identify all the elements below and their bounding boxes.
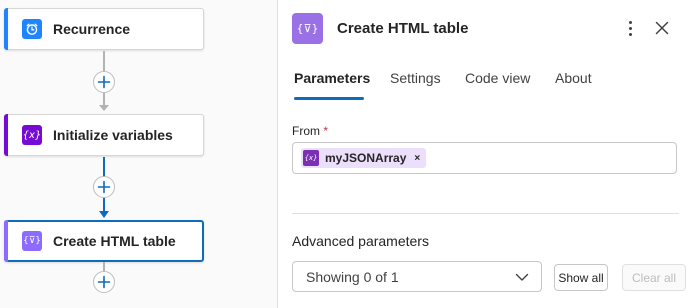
initialize-variables-card[interactable]: {x} Initialize variables [4,114,204,156]
required-indicator: * [323,124,329,138]
variable-icon: {x} [303,150,319,166]
create-html-table-card[interactable]: {⊽} Create HTML table [4,220,204,262]
card-label: Create HTML table [53,233,176,249]
connector-line [103,198,105,212]
designer-canvas: Recurrence {x} Initialize variables {⊽} … [0,0,277,308]
tab-settings[interactable]: Settings [390,70,441,86]
arrow-down-icon [99,211,109,218]
arrow-down-icon [99,105,109,111]
from-input[interactable]: {x} myJSONArray × [292,142,677,174]
dynamic-content-token[interactable]: {x} myJSONArray × [301,148,427,168]
recurrence-card[interactable]: Recurrence [4,8,204,50]
add-step-button[interactable] [93,271,115,293]
card-label: Initialize variables [53,127,173,143]
active-tab-indicator [294,97,364,100]
close-icon [655,21,669,35]
tab-code-view[interactable]: Code view [465,70,530,86]
card-accent [4,220,8,262]
data-operation-icon: {⊽} [292,13,323,44]
remove-token-button[interactable]: × [414,153,420,164]
connector-line [103,51,105,73]
close-button[interactable] [652,18,672,38]
data-operation-icon: {⊽} [22,231,42,251]
tab-parameters[interactable]: Parameters [294,70,370,86]
add-step-button[interactable] [93,176,115,198]
action-details-panel: {⊽} Create HTML table Parameters Setting… [278,0,691,308]
alarm-clock-icon [22,19,42,39]
card-label: Recurrence [53,21,131,37]
plus-icon [97,180,111,194]
card-accent [4,114,8,156]
clear-all-button[interactable]: Clear all [622,264,686,291]
token-label: myJSONArray [325,151,407,165]
panel-title: Create HTML table [337,20,469,37]
advanced-parameters-title: Advanced parameters [292,233,429,249]
more-options-button[interactable] [621,17,639,39]
add-step-button[interactable] [93,71,115,93]
connector-line [103,157,105,178]
section-divider [292,213,679,214]
more-vertical-icon [628,20,632,24]
advanced-parameters-dropdown[interactable]: Showing 0 of 1 [292,261,542,292]
variable-icon: {x} [22,125,42,145]
card-accent [4,8,8,50]
dropdown-value: Showing 0 of 1 [306,269,399,285]
plus-icon [97,275,111,289]
from-field-label: From * [292,124,329,138]
show-all-button[interactable]: Show all [554,264,608,291]
chevron-down-icon [515,273,529,281]
tab-about[interactable]: About [555,70,592,86]
plus-icon [97,75,111,89]
